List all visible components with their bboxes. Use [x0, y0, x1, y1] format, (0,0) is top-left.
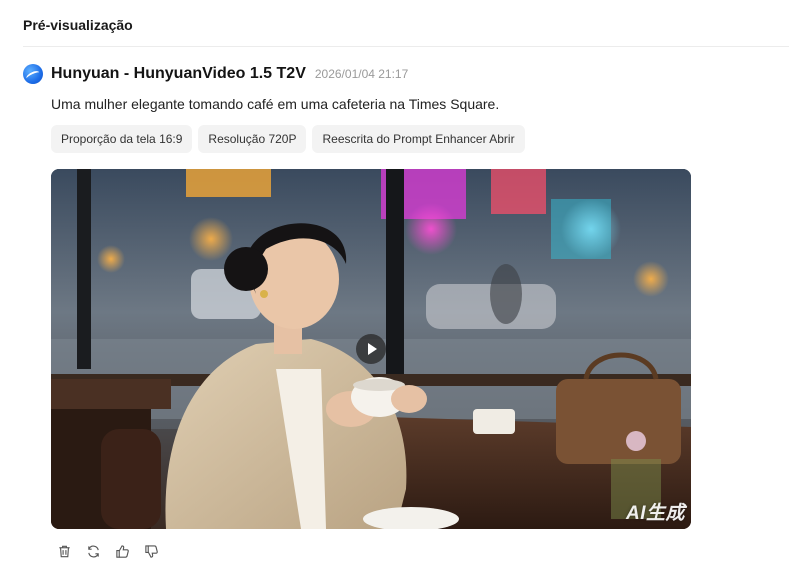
- model-name: Hunyuan - HunyuanVideo 1.5 T2V: [51, 65, 306, 82]
- tag-aspect-ratio: Proporção da tela 16:9: [51, 125, 193, 153]
- ai-generated-watermark: AI生成: [625, 503, 685, 524]
- tag-resolution: Resolução 720P: [198, 125, 307, 153]
- parameter-tags: Proporção da tela 16:9 Resolução 720P Re…: [51, 125, 525, 153]
- video-preview[interactable]: AI生成: [51, 169, 691, 529]
- thumbs-down-icon[interactable]: [143, 543, 159, 559]
- play-icon[interactable]: [356, 334, 386, 364]
- thumbs-up-icon[interactable]: [114, 543, 130, 559]
- prompt-text: Uma mulher elegante tomando café em uma …: [51, 96, 500, 112]
- tag-prompt-enhancer: Reescrita do Prompt Enhancer Abrir: [312, 125, 525, 153]
- preview-panel: Pré-visualização Hunyuan - HunyuanVideo …: [0, 0, 789, 585]
- regenerate-icon[interactable]: [85, 543, 101, 559]
- message-timestamp: 2026/01/04 21:17: [314, 67, 409, 81]
- message-actions: [56, 543, 159, 559]
- panel-title: Pré-visualização: [23, 17, 133, 33]
- message-header: Hunyuan - HunyuanVideo 1.5 T2V 2026/01/0…: [23, 63, 408, 85]
- trash-icon[interactable]: [56, 543, 72, 559]
- divider: [23, 46, 789, 47]
- hunyuan-logo-icon: [23, 64, 43, 84]
